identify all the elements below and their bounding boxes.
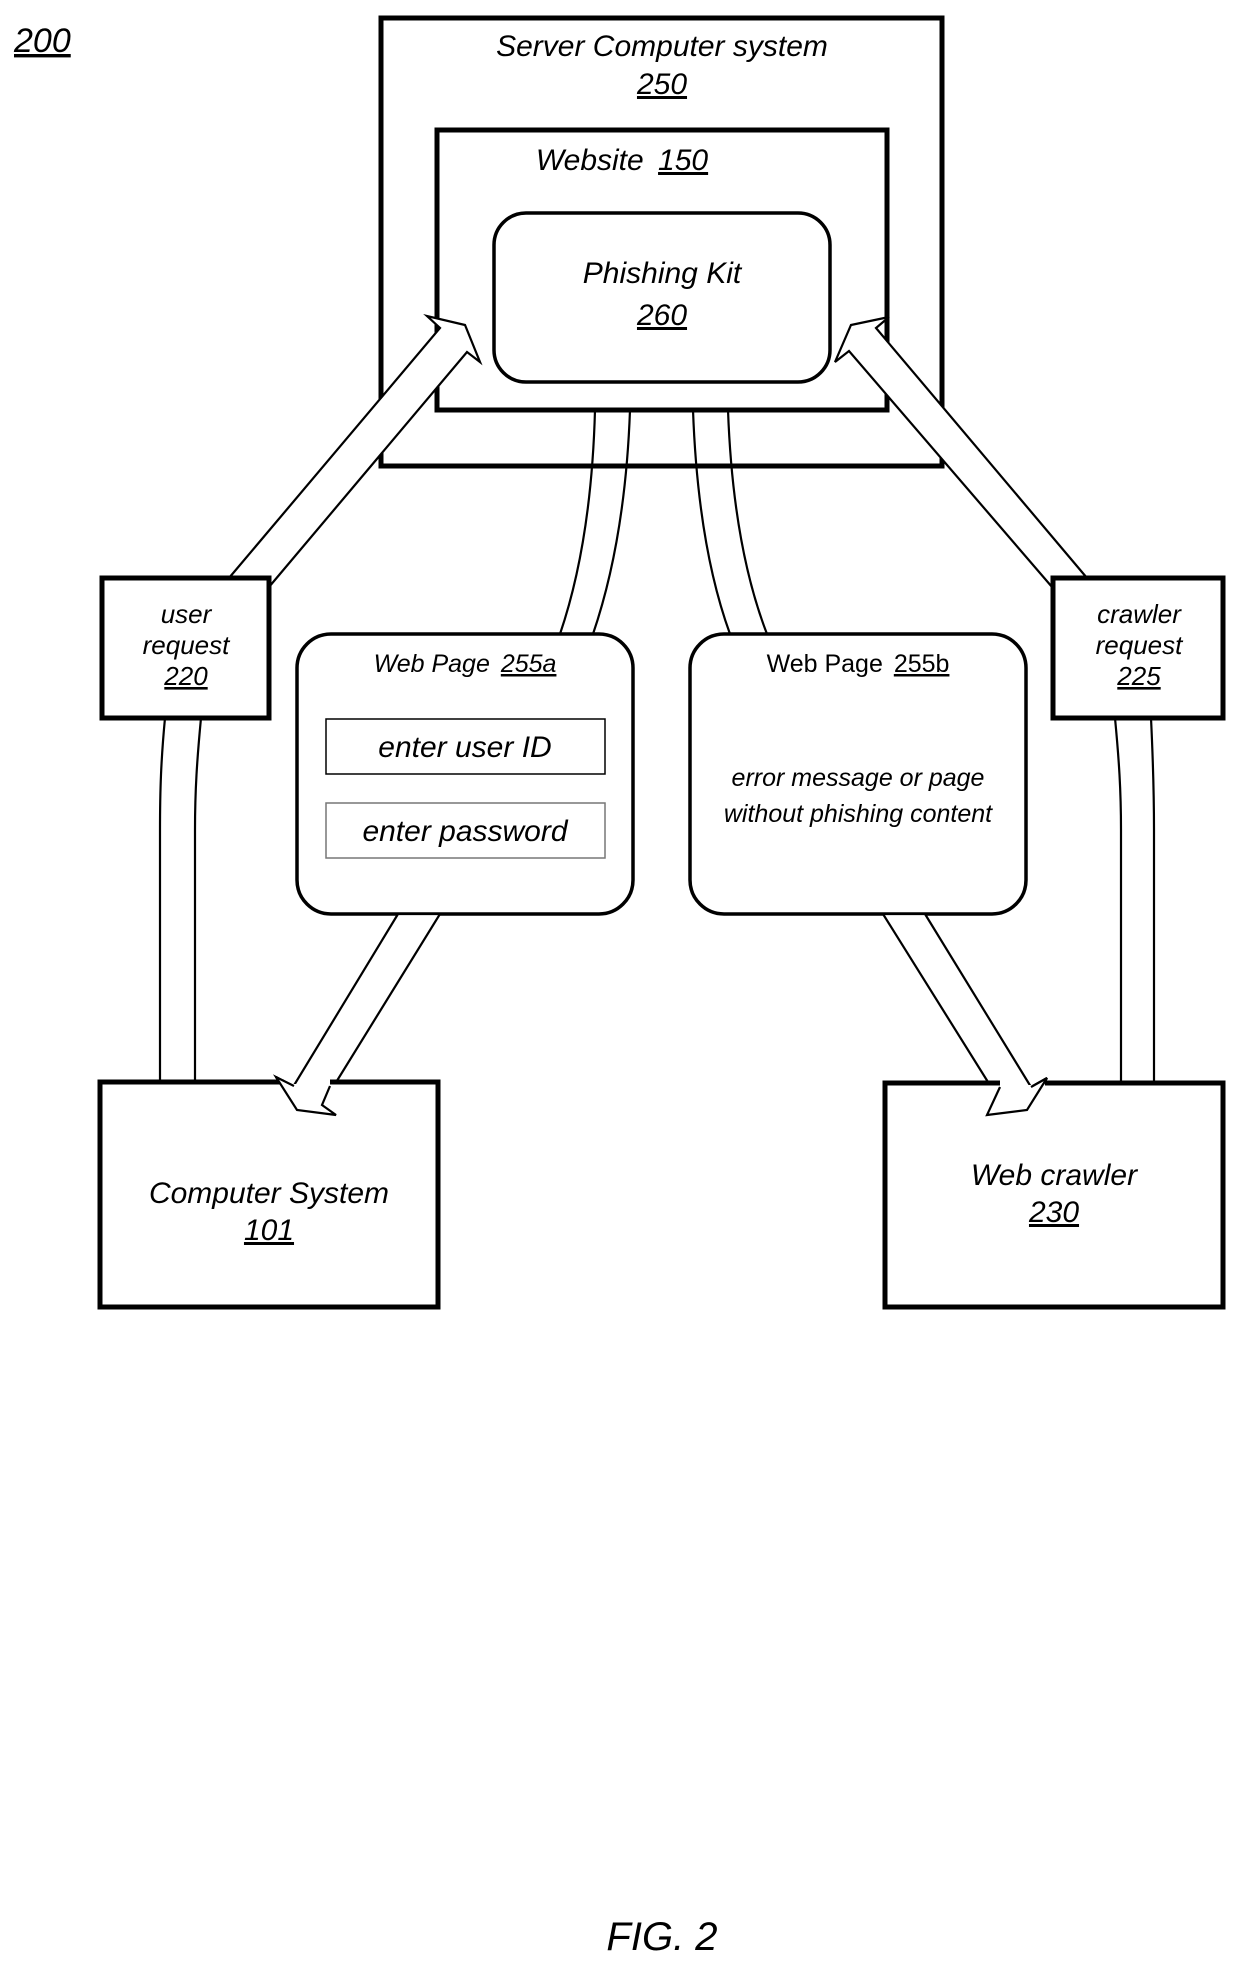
website-ref: 150 (658, 144, 708, 177)
computer-system-title: Computer System (149, 1177, 389, 1210)
crawler-request-line1: crawler (1097, 599, 1182, 629)
user-id-field-label: enter user ID (378, 731, 551, 764)
user-request-line1: user (161, 599, 213, 629)
web-page-b-ref: 255b (894, 650, 950, 678)
user-request-line2: request (143, 630, 231, 660)
connector-computer-to-user-request (158, 716, 203, 1084)
crawler-request-ref: 225 (1116, 661, 1161, 691)
web-page-b-title: Web Page (767, 650, 883, 678)
web-page-b-label: Web Page 255b (767, 650, 950, 678)
server-ref: 250 (636, 68, 687, 101)
connector-crawler-to-crawler-request (1113, 716, 1156, 1085)
web-crawler-title: Web crawler (971, 1159, 1138, 1192)
web-page-a-label: Web Page 255a (374, 650, 557, 678)
phishing-kit-diagram: 200 Server Computer system 250 Website 1… (13, 15, 1226, 1959)
user-request-ref: 220 (163, 661, 208, 691)
phishing-kit-box (492, 211, 832, 384)
crawler-request-line2: request (1096, 630, 1184, 660)
phishing-kit-title: Phishing Kit (583, 257, 743, 290)
web-page-a-title: Web Page (374, 650, 490, 678)
website-title: Website (536, 144, 644, 177)
web-page-b-message-line1: error message or page (732, 764, 985, 792)
figure-caption: FIG. 2 (606, 1915, 717, 1959)
website-label: Website 150 (536, 144, 709, 177)
server-title: Server Computer system (496, 30, 828, 63)
password-field-label: enter password (362, 815, 568, 848)
web-crawler-ref: 230 (1028, 1196, 1079, 1229)
web-page-b-message-line2: without phishing content (724, 800, 993, 828)
web-page-a-ref: 255a (500, 650, 557, 678)
web-crawler-fill (887, 1085, 1221, 1305)
computer-system-ref: 101 (244, 1214, 294, 1247)
figure-ref-number: 200 (13, 22, 71, 60)
phishing-kit-ref: 260 (636, 299, 687, 332)
